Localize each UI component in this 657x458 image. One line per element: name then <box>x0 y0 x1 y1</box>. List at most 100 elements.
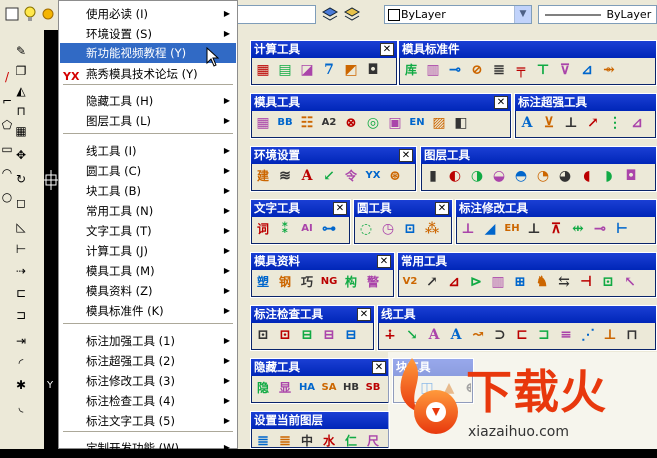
scale-icon[interactable]: ◻ <box>14 196 28 210</box>
toolbar-title[interactable]: 模具标准件 <box>399 41 656 58</box>
toolbar-tool-icon[interactable]: ⊟ <box>320 326 338 344</box>
toolbar-tool-icon[interactable]: HA <box>298 379 316 397</box>
toolbar-tool-icon[interactable]: 显 <box>276 379 294 397</box>
menu-item-13[interactable]: 模具资料 (Z) ▶ <box>60 281 236 301</box>
close-icon[interactable]: ✕ <box>435 202 449 215</box>
toolbar-title[interactable]: 设置当前图层 <box>251 412 389 429</box>
toolbar-tool-icon[interactable]: ◌ <box>357 220 375 238</box>
toolbar-0[interactable]: 计算工具 ✕ ▦ ▤ ◪ 7 ◩ ◘ <box>250 40 398 86</box>
menu-item-1[interactable]: 环境设置 (S) ▶ <box>60 24 236 44</box>
toolbar-tool-icon[interactable]: ⇆ <box>555 273 573 291</box>
toolbar-tool-icon[interactable]: A <box>425 326 443 344</box>
stretch-icon[interactable]: ◺ <box>14 220 28 234</box>
toolbar-tool-icon[interactable]: ⁂ <box>423 220 441 238</box>
toolbar-title[interactable]: 模具资料 <box>251 253 394 270</box>
close-icon[interactable]: ✕ <box>333 202 347 215</box>
extend-icon[interactable]: ⇢ <box>14 264 28 278</box>
toolbar-tool-icon[interactable]: ↘ <box>403 326 421 344</box>
toolbar-tool-icon[interactable]: ⋮ <box>606 114 624 132</box>
toolbar-4[interactable]: 环境设置 ✕ 建 ≋ A ↙ 令 YX ⊛ <box>250 146 417 192</box>
toolbar-tool-icon[interactable]: ▥ <box>424 61 442 79</box>
toolbar-tool-icon[interactable]: ◩ <box>342 61 360 79</box>
toolbar-tool-icon[interactable]: ⊸ <box>446 61 464 79</box>
toolbar-tool-icon[interactable]: ⊐ <box>535 326 553 344</box>
toolbar-tool-icon[interactable]: ◕ <box>556 167 574 185</box>
toolbar-tool-icon[interactable]: ⊛ <box>386 167 404 185</box>
toolbar-title[interactable]: 环境设置 <box>251 147 416 164</box>
toolbar-tool-icon[interactable]: ⊢ <box>613 220 631 238</box>
toolbar-tool-icon[interactable]: ╤ <box>512 61 530 79</box>
toolbar-title[interactable]: 标注超强工具 <box>515 94 656 111</box>
toolbar-tool-icon[interactable]: ⊤ <box>534 61 552 79</box>
toolbar-tool-icon[interactable]: ▣ <box>386 114 404 132</box>
toolbar-tool-icon[interactable]: ☷ <box>298 114 316 132</box>
close-icon[interactable]: ✕ <box>377 255 391 268</box>
toolbar-tool-icon[interactable]: ⊡ <box>599 273 617 291</box>
toolbar-tool-icon[interactable]: ⊏ <box>513 326 531 344</box>
toolbar-12[interactable]: 线工具 ∔ ↘ A A ↝ ⊃ ⊏ ⊐ ≡ ⋰ ⊥ ⊓ <box>377 305 657 351</box>
toolbar-tool-icon[interactable]: ⊡ <box>276 326 294 344</box>
toolbar-8[interactable]: 标注修改工具 ⊥ ◢ EH ⊥ ⊼ ⇹ ⊸ ⊢ <box>455 199 657 245</box>
lightbulb-icon[interactable] <box>22 6 38 22</box>
toolbar-tool-icon[interactable]: ≣ <box>490 61 508 79</box>
toolbar-tool-icon[interactable]: ◗ <box>600 167 618 185</box>
toolbar-tool-icon[interactable]: ⊡ <box>254 326 272 344</box>
select-icon[interactable] <box>4 6 20 22</box>
toolbar-tool-icon[interactable]: 仁 <box>342 432 360 450</box>
fillet-icon[interactable]: ◜ <box>14 356 28 370</box>
toolbar-tool-icon[interactable]: ◢ <box>481 220 499 238</box>
toolbar-tool-icon[interactable]: V2 <box>401 273 419 291</box>
toolbar-tool-icon[interactable]: ⊿ <box>445 273 463 291</box>
toolbar-tool-icon[interactable]: EN <box>408 114 426 132</box>
toolbar-tool-icon[interactable]: ◘ <box>364 61 382 79</box>
menu-item-3[interactable]: YX 燕秀模具技术论坛 (Y) <box>60 64 236 84</box>
menu-item-12[interactable]: 模具工具 (M) ▶ <box>60 261 236 281</box>
toolbar-5[interactable]: 图层工具 ▮ ◐ ◑ ◒ ◓ ◔ ◕ ◖ ◗ ◘ <box>420 146 657 192</box>
toolbar-tool-icon[interactable]: NG <box>320 273 338 291</box>
close-icon[interactable]: ✕ <box>380 43 394 56</box>
toolbar-tool-icon[interactable]: ⊣ <box>577 273 595 291</box>
toolbar-tool-icon[interactable]: 构 <box>342 273 360 291</box>
menu-item-14[interactable]: 模具标准件 (K) ▶ <box>60 301 236 321</box>
toolbar-tool-icon[interactable]: EH <box>503 220 521 238</box>
toolbar-tool-icon[interactable]: 隐 <box>254 379 272 397</box>
draw-arc-icon[interactable]: ◠ <box>0 166 14 180</box>
linetype-combo[interactable]: ByLayer <box>538 5 657 24</box>
array-icon[interactable]: ▦ <box>14 124 28 138</box>
offset-icon[interactable]: ⊓ <box>14 104 28 118</box>
chevron-down-icon[interactable]: ▼ <box>514 6 531 23</box>
toolbar-11[interactable]: 标注检查工具 ✕ ⊡ ⊡ ⊟ ⊟ ⊟ <box>250 305 375 351</box>
toolbar-title[interactable]: 线工具 <box>378 306 656 323</box>
toolbar-tool-icon[interactable]: ≣ <box>276 432 294 450</box>
toolbar-tool-icon[interactable]: A <box>298 167 316 185</box>
explode-icon[interactable]: ✱ <box>14 378 28 392</box>
toolbar-tool-icon[interactable]: ≣ <box>254 432 272 450</box>
toolbar-tool-icon[interactable]: ↝ <box>469 326 487 344</box>
toolbar-tool-icon[interactable]: 库 <box>402 61 420 79</box>
menu-item-18[interactable]: 标注检查工具 (4) ▶ <box>60 391 236 411</box>
toolbar-tool-icon[interactable]: ⊻ <box>540 114 558 132</box>
menu-item-19[interactable]: 标注文字工具 (5) ▶ <box>60 411 236 431</box>
toolbar-tool-icon[interactable]: ⊃ <box>491 326 509 344</box>
move-icon[interactable]: ✥ <box>14 148 28 162</box>
toolbar-tool-icon[interactable]: 尺 <box>364 432 382 450</box>
close-icon[interactable]: ✕ <box>357 308 371 321</box>
toolbar-9[interactable]: 模具资料 ✕ 塑钢巧 NG 构警 <box>250 252 395 298</box>
menu-item-17[interactable]: 标注修改工具 (3) ▶ <box>60 371 236 391</box>
toolbar-tool-icon[interactable]: ⊗ <box>342 114 360 132</box>
toolbar-tool-icon[interactable]: ⊞ <box>511 273 529 291</box>
sun-icon[interactable] <box>40 6 56 22</box>
menu-item-0[interactable]: 使用必读 (I) ▶ <box>60 4 236 24</box>
toolbar-tool-icon[interactable]: ↖ <box>621 273 639 291</box>
toolbar-title[interactable]: 常用工具 <box>398 253 656 270</box>
toolbar-tool-icon[interactable]: ◷ <box>379 220 397 238</box>
menu-item-11[interactable]: 计算工具 (J) ▶ <box>60 241 236 261</box>
close-icon[interactable]: ✕ <box>372 361 386 374</box>
toolbar-title[interactable]: 模具工具 <box>251 94 511 111</box>
trim-icon[interactable]: ⊢ <box>14 242 28 256</box>
toolbar-tool-icon[interactable]: ⊿ <box>578 61 596 79</box>
toolbar-tool-icon[interactable]: ◓ <box>512 167 530 185</box>
toolbar-6[interactable]: 文字工具 ✕ 词 ⁑ AI ⊶ <box>250 199 351 245</box>
copy-icon[interactable]: ❐ <box>14 64 28 78</box>
toolbar-tool-icon[interactable]: ⊳ <box>467 273 485 291</box>
